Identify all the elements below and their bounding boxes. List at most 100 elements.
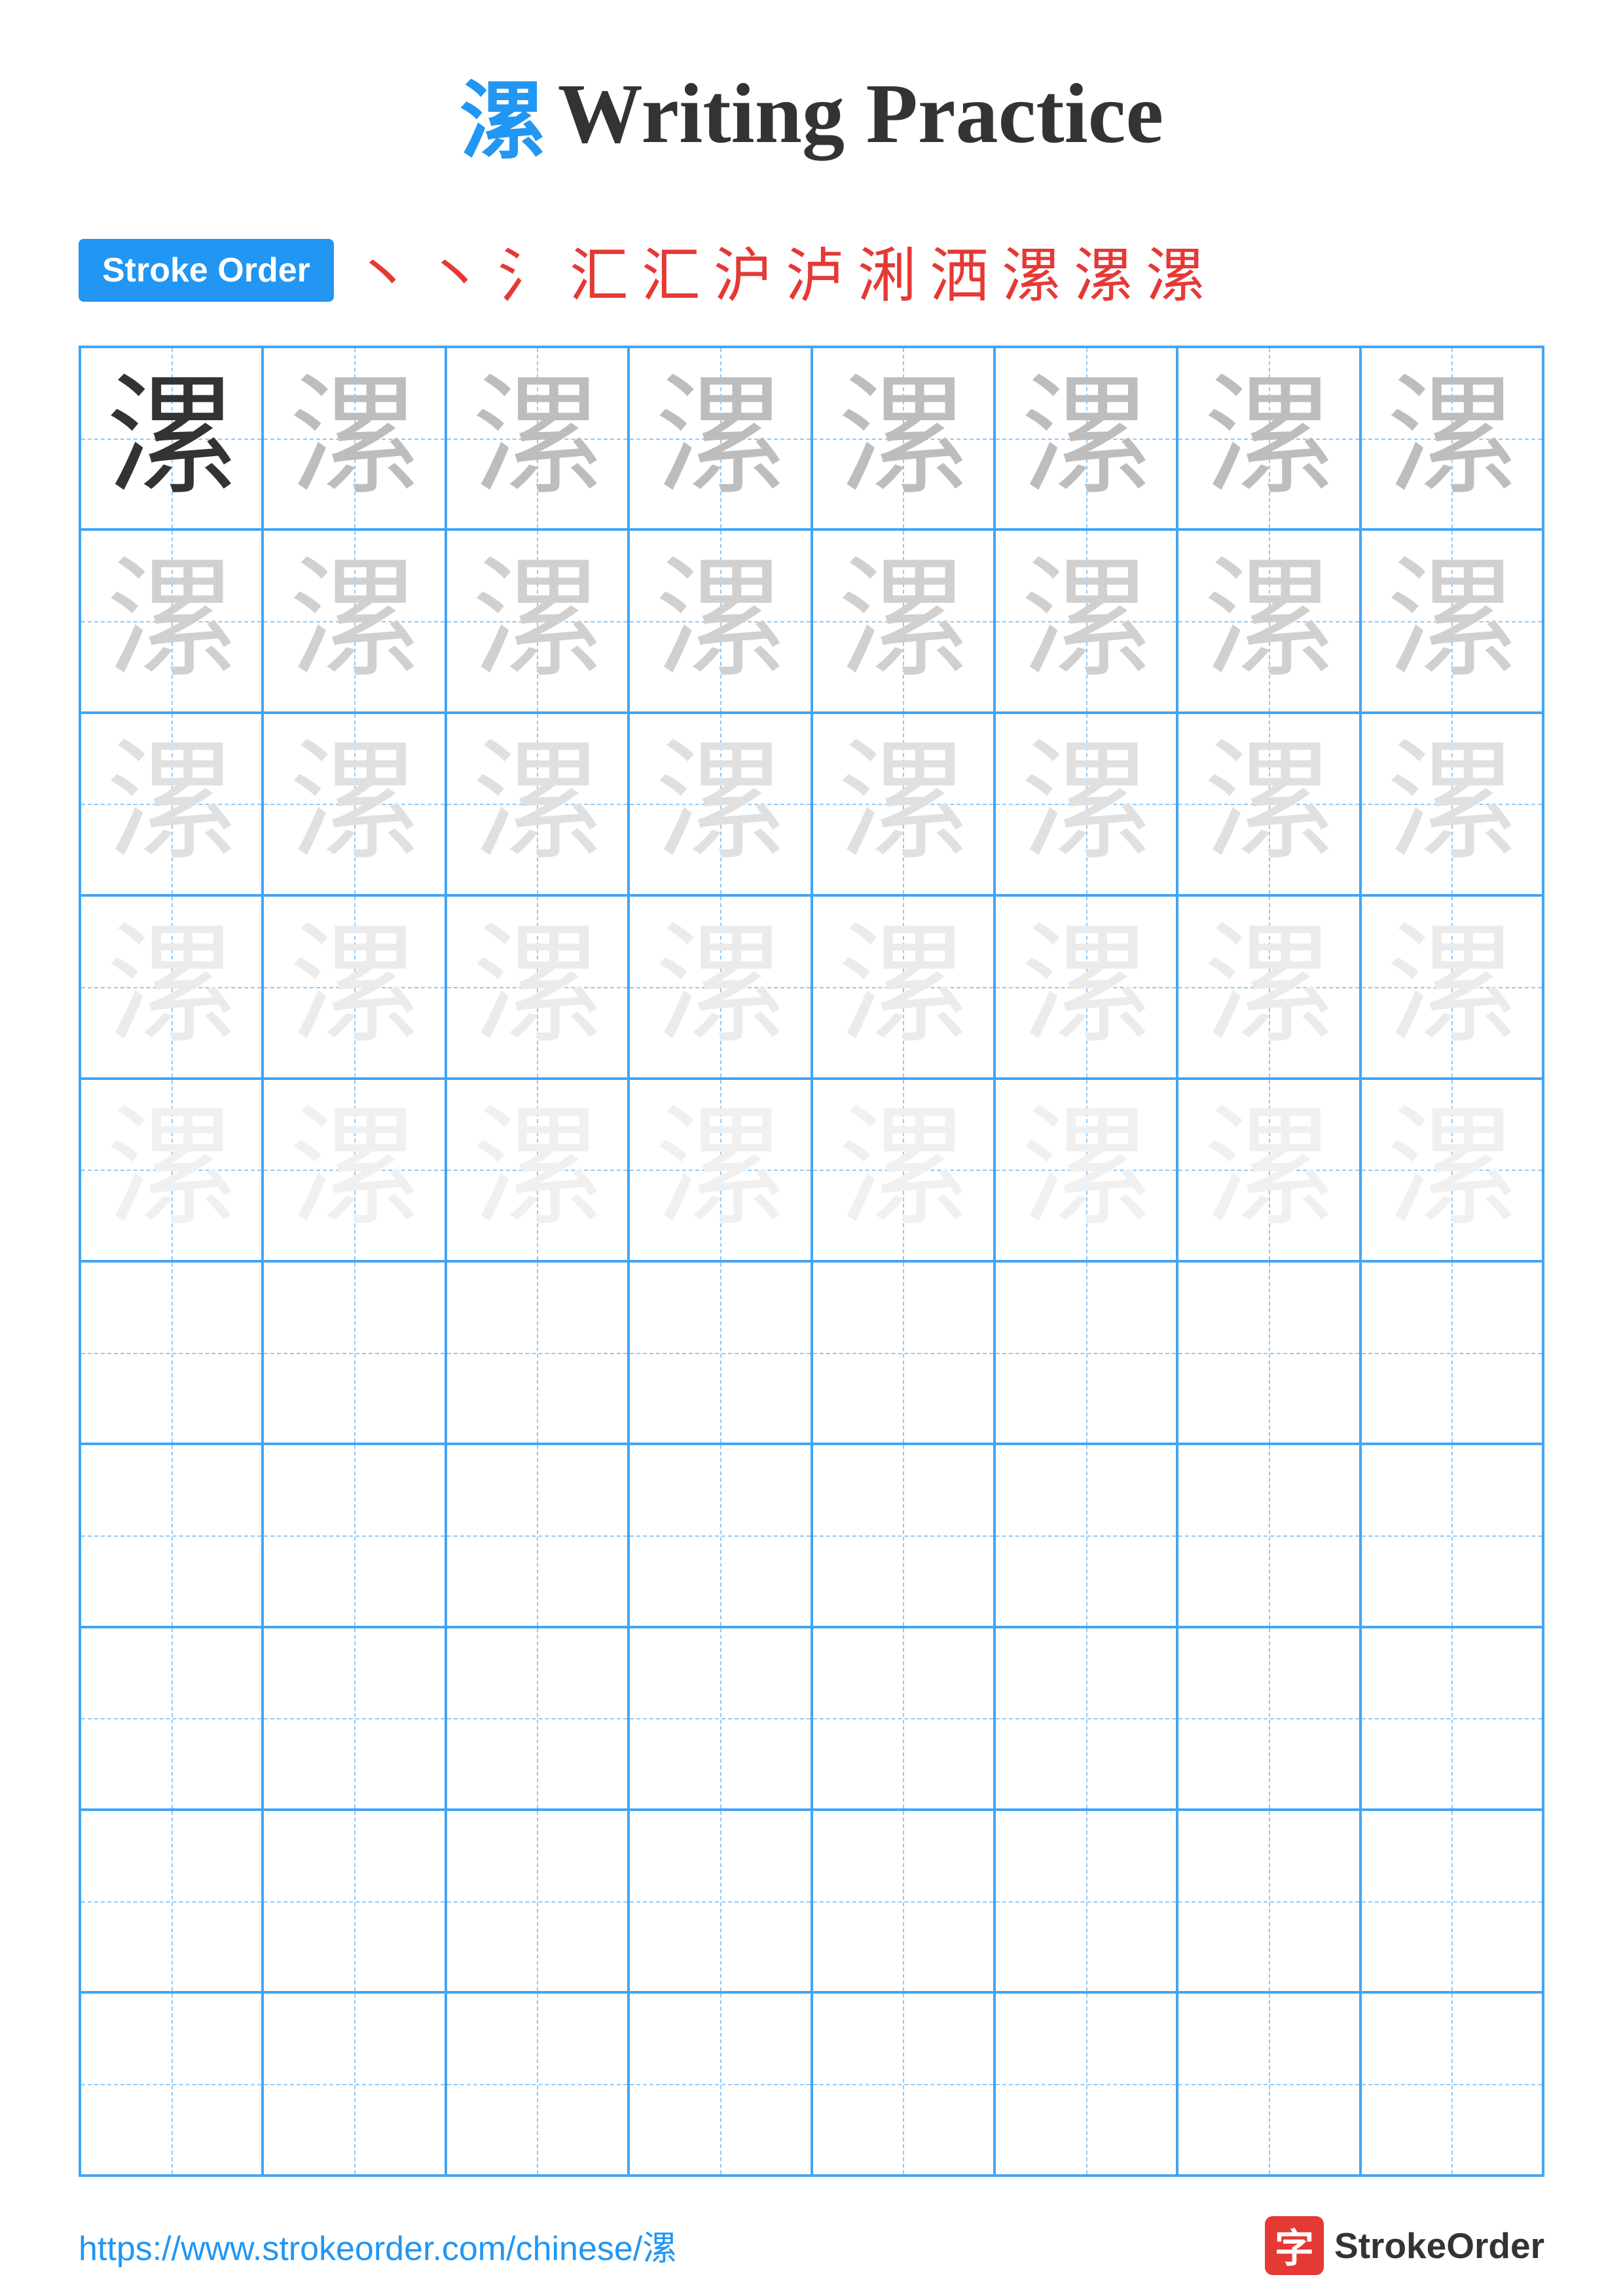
grid-cell[interactable]: 漯: [263, 713, 445, 895]
grid-cell[interactable]: 漯: [812, 529, 994, 712]
grid-cell[interactable]: [80, 1627, 263, 1810]
grid-row-5: 漯 漯 漯 漯 漯 漯 漯 漯: [80, 1079, 1543, 1261]
grid-cell[interactable]: 漯: [446, 1079, 629, 1261]
grid-cell[interactable]: 漯: [994, 529, 1177, 712]
grid-cell[interactable]: [80, 1810, 263, 1992]
practice-char: 漯: [1203, 373, 1334, 504]
grid-cell[interactable]: [80, 1261, 263, 1444]
grid-cell[interactable]: [1360, 1627, 1543, 1810]
footer-logo: 字 StrokeOrder: [1265, 2216, 1544, 2275]
grid-cell[interactable]: 漯: [812, 1079, 994, 1261]
grid-cell[interactable]: [1177, 1261, 1360, 1444]
grid-cell[interactable]: [994, 1261, 1177, 1444]
grid-cell[interactable]: [446, 1810, 629, 1992]
grid-cell[interactable]: 漯: [263, 347, 445, 529]
grid-row-2: 漯 漯 漯 漯 漯 漯 漯 漯: [80, 529, 1543, 712]
grid-cell[interactable]: 漯: [812, 895, 994, 1078]
grid-cell[interactable]: [446, 1261, 629, 1444]
grid-cell[interactable]: [1177, 1810, 1360, 1992]
practice-char: 漯: [1203, 556, 1334, 687]
grid-cell[interactable]: [994, 1627, 1177, 1810]
stroke-order-section: Stroke Order 丶 丶 氵 汇 汇 沪 泸 浰 洒 漯 漯 漯: [79, 228, 1544, 313]
stroke-12: 漯: [1146, 228, 1205, 313]
grid-cell[interactable]: [263, 1261, 445, 1444]
grid-cell[interactable]: [446, 1992, 629, 2175]
grid-cell[interactable]: 漯: [263, 1079, 445, 1261]
grid-cell[interactable]: 漯: [80, 1079, 263, 1261]
grid-cell[interactable]: 漯: [1360, 895, 1543, 1078]
grid-cell[interactable]: [1177, 1444, 1360, 1626]
stroke-order-badge: Stroke Order: [79, 239, 334, 302]
practice-char: 漯: [1021, 922, 1152, 1052]
grid-cell[interactable]: 漯: [80, 347, 263, 529]
grid-cell[interactable]: 漯: [1360, 347, 1543, 529]
grid-cell[interactable]: [263, 1992, 445, 2175]
practice-char: 漯: [837, 556, 968, 687]
stroke-2: 丶: [426, 228, 484, 313]
grid-cell[interactable]: 漯: [812, 713, 994, 895]
grid-cell[interactable]: [812, 1992, 994, 2175]
grid-cell[interactable]: [80, 1992, 263, 2175]
grid-cell[interactable]: 漯: [1177, 347, 1360, 529]
grid-cell[interactable]: [1360, 1444, 1543, 1626]
stroke-8: 浰: [858, 228, 917, 313]
grid-cell[interactable]: [263, 1444, 445, 1626]
grid-cell[interactable]: [446, 1444, 629, 1626]
grid-cell[interactable]: 漯: [629, 529, 811, 712]
grid-cell[interactable]: [994, 1810, 1177, 1992]
practice-char: 漯: [1386, 556, 1517, 687]
grid-cell[interactable]: 漯: [1360, 529, 1543, 712]
grid-cell[interactable]: [812, 1810, 994, 1992]
grid-cell[interactable]: [812, 1444, 994, 1626]
grid-cell[interactable]: [994, 1992, 1177, 2175]
grid-cell[interactable]: [629, 1261, 811, 1444]
grid-cell[interactable]: 漯: [80, 529, 263, 712]
grid-cell[interactable]: 漯: [994, 347, 1177, 529]
grid-cell[interactable]: [1177, 1627, 1360, 1810]
grid-cell[interactable]: 漯: [994, 713, 1177, 895]
grid-cell[interactable]: [1360, 1810, 1543, 1992]
grid-cell[interactable]: 漯: [1177, 529, 1360, 712]
logo-icon: 字: [1265, 2216, 1324, 2275]
grid-cell[interactable]: 漯: [80, 713, 263, 895]
grid-cell[interactable]: 漯: [629, 347, 811, 529]
grid-cell[interactable]: [80, 1444, 263, 1626]
grid-cell[interactable]: 漯: [263, 895, 445, 1078]
grid-cell[interactable]: 漯: [812, 347, 994, 529]
grid-cell[interactable]: [1360, 1992, 1543, 2175]
grid-cell[interactable]: 漯: [994, 895, 1177, 1078]
grid-cell[interactable]: 漯: [1360, 1079, 1543, 1261]
grid-cell[interactable]: [263, 1810, 445, 1992]
grid-cell[interactable]: 漯: [446, 713, 629, 895]
grid-cell[interactable]: 漯: [1177, 895, 1360, 1078]
practice-char: 漯: [837, 373, 968, 504]
grid-cell[interactable]: [629, 1627, 811, 1810]
grid-cell[interactable]: 漯: [1177, 1079, 1360, 1261]
grid-cell[interactable]: 漯: [629, 895, 811, 1078]
grid-cell[interactable]: [994, 1444, 1177, 1626]
grid-cell[interactable]: [812, 1627, 994, 1810]
grid-cell[interactable]: 漯: [263, 529, 445, 712]
practice-char: 漯: [106, 922, 237, 1052]
grid-cell[interactable]: [812, 1261, 994, 1444]
practice-char: 漯: [1386, 1104, 1517, 1235]
grid-cell[interactable]: 漯: [446, 895, 629, 1078]
practice-char: 漯: [471, 1104, 602, 1235]
grid-row-7: [80, 1444, 1543, 1626]
grid-cell[interactable]: 漯: [1360, 713, 1543, 895]
grid-cell[interactable]: 漯: [80, 895, 263, 1078]
grid-cell[interactable]: 漯: [446, 529, 629, 712]
grid-cell[interactable]: 漯: [1177, 713, 1360, 895]
grid-cell[interactable]: 漯: [629, 1079, 811, 1261]
grid-cell[interactable]: [446, 1627, 629, 1810]
grid-cell[interactable]: [629, 1444, 811, 1626]
grid-cell[interactable]: 漯: [446, 347, 629, 529]
grid-cell[interactable]: 漯: [994, 1079, 1177, 1261]
practice-char: 漯: [289, 1104, 420, 1235]
grid-cell[interactable]: [629, 1992, 811, 2175]
grid-cell[interactable]: [1360, 1261, 1543, 1444]
grid-cell[interactable]: 漯: [629, 713, 811, 895]
grid-cell[interactable]: [629, 1810, 811, 1992]
grid-cell[interactable]: [263, 1627, 445, 1810]
grid-cell[interactable]: [1177, 1992, 1360, 2175]
